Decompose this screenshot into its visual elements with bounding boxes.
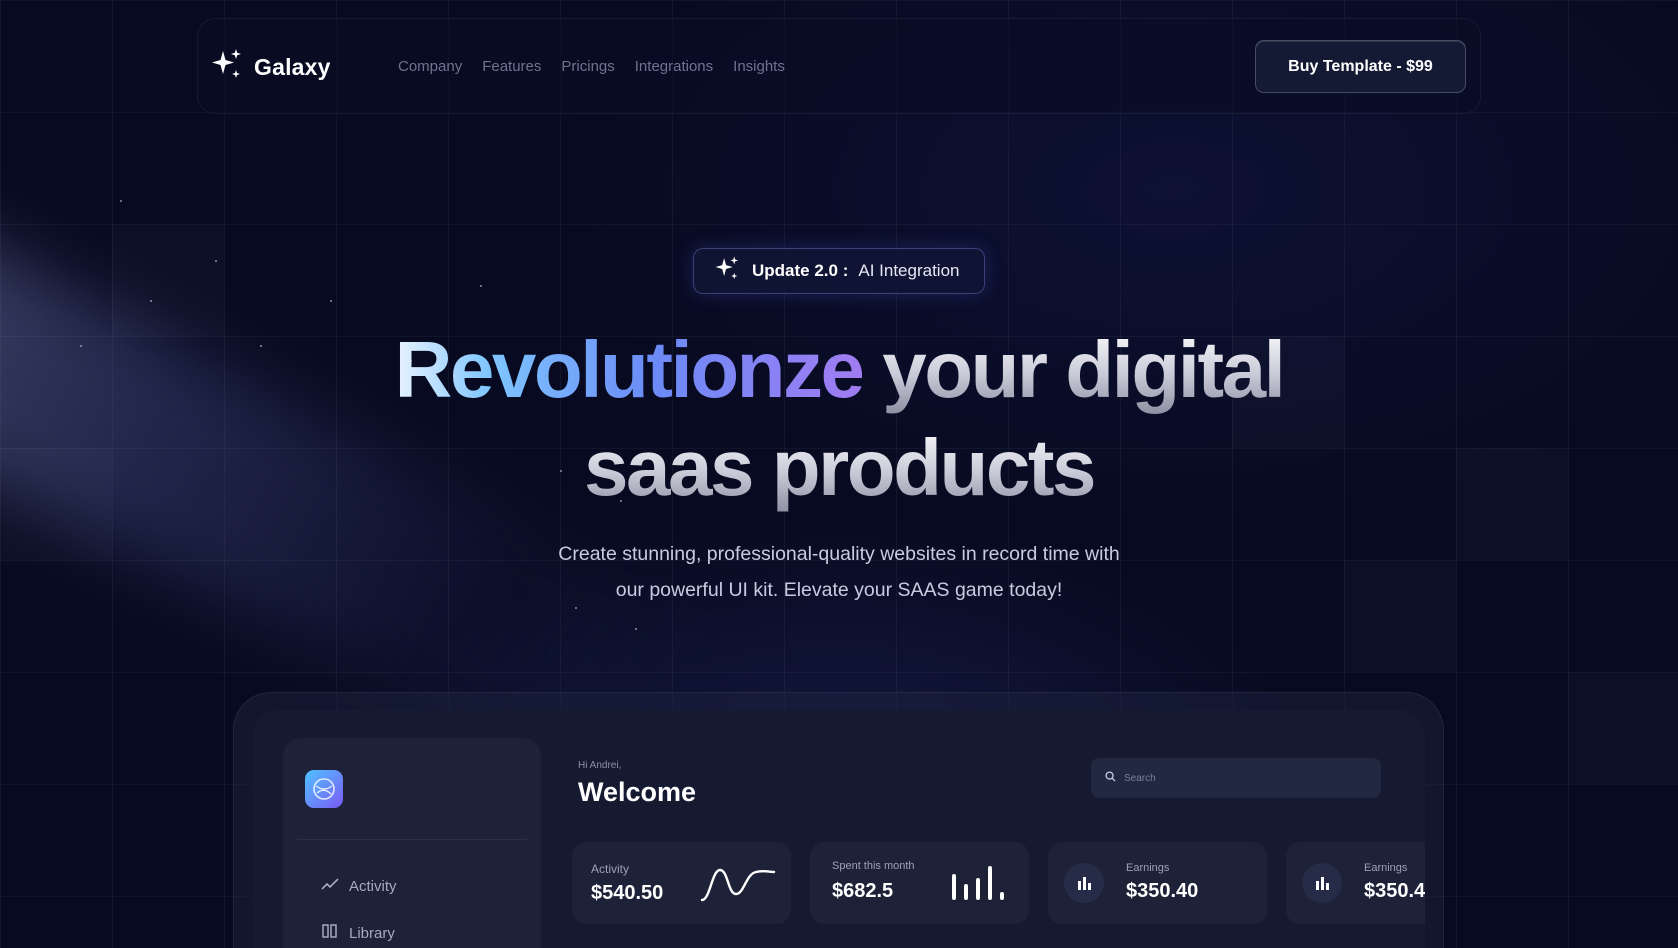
update-badge[interactable]: Update 2.0 : AI Integration — [693, 248, 985, 294]
library-icon — [321, 923, 339, 943]
subtitle-line2: our powerful UI kit. Elevate your SAAS g… — [615, 579, 1063, 601]
nav-link-integrations[interactable]: Integrations — [635, 58, 713, 75]
dashboard-sidebar: Activity Library — [283, 738, 541, 948]
nav-link-pricings[interactable]: Pricings — [561, 58, 614, 75]
stat-card-earnings[interactable]: Earnings $350.40 — [1048, 842, 1267, 924]
badge-version: Update 2.0 : — [752, 261, 849, 280]
search-placeholder: Search — [1124, 772, 1156, 784]
nav-links: Company Features Pricings Integrations I… — [398, 58, 785, 75]
buy-template-button[interactable]: Buy Template - $99 — [1255, 40, 1466, 93]
bar-chart-icon — [950, 862, 1010, 907]
stat-card-activity[interactable]: Activity $540.50 — [572, 842, 791, 924]
headline-highlight: Revolutionze — [394, 325, 865, 414]
nav-link-company[interactable]: Company — [398, 58, 462, 75]
nav-link-features[interactable]: Features — [482, 58, 541, 75]
headline-line2: saas products — [584, 423, 1096, 512]
sparkle-icon — [210, 47, 246, 88]
bar-chart-icon — [1064, 863, 1104, 903]
search-input[interactable]: Search — [1091, 758, 1381, 798]
dashboard-preview: Activity Library Hi Andrei, Welcome Sear… — [253, 710, 1425, 948]
headline-rest: your digital — [882, 325, 1286, 414]
headline-line1: Revolutionze your digital — [0, 330, 1678, 410]
brand-name: Galaxy — [254, 54, 331, 80]
activity-icon — [321, 877, 339, 895]
nav-link-insights[interactable]: Insights — [733, 58, 785, 75]
badge-text: AI Integration — [858, 261, 960, 280]
sidebar-item-activity[interactable]: Activity — [321, 877, 397, 895]
bar-chart-icon — [1302, 863, 1342, 903]
sparkle-icon — [714, 255, 742, 288]
stat-card-earnings-2[interactable]: Earnings $350.4 — [1286, 842, 1425, 924]
brand-logo[interactable]: Galaxy — [210, 47, 331, 88]
grid-tile — [1568, 672, 1678, 784]
sidebar-item-library[interactable]: Library — [321, 923, 395, 943]
wave-chart-icon — [700, 864, 776, 909]
subtitle-line1: Create stunning, professional-quality we… — [558, 543, 1120, 565]
sidebar-divider — [297, 839, 527, 840]
dashboard-title: Welcome — [578, 777, 697, 807]
search-icon — [1105, 771, 1116, 785]
greeting: Hi Andrei, — [578, 760, 622, 771]
stat-card-spent[interactable]: Spent this month $682.5 — [810, 842, 1029, 924]
app-logo-icon[interactable] — [305, 770, 343, 808]
